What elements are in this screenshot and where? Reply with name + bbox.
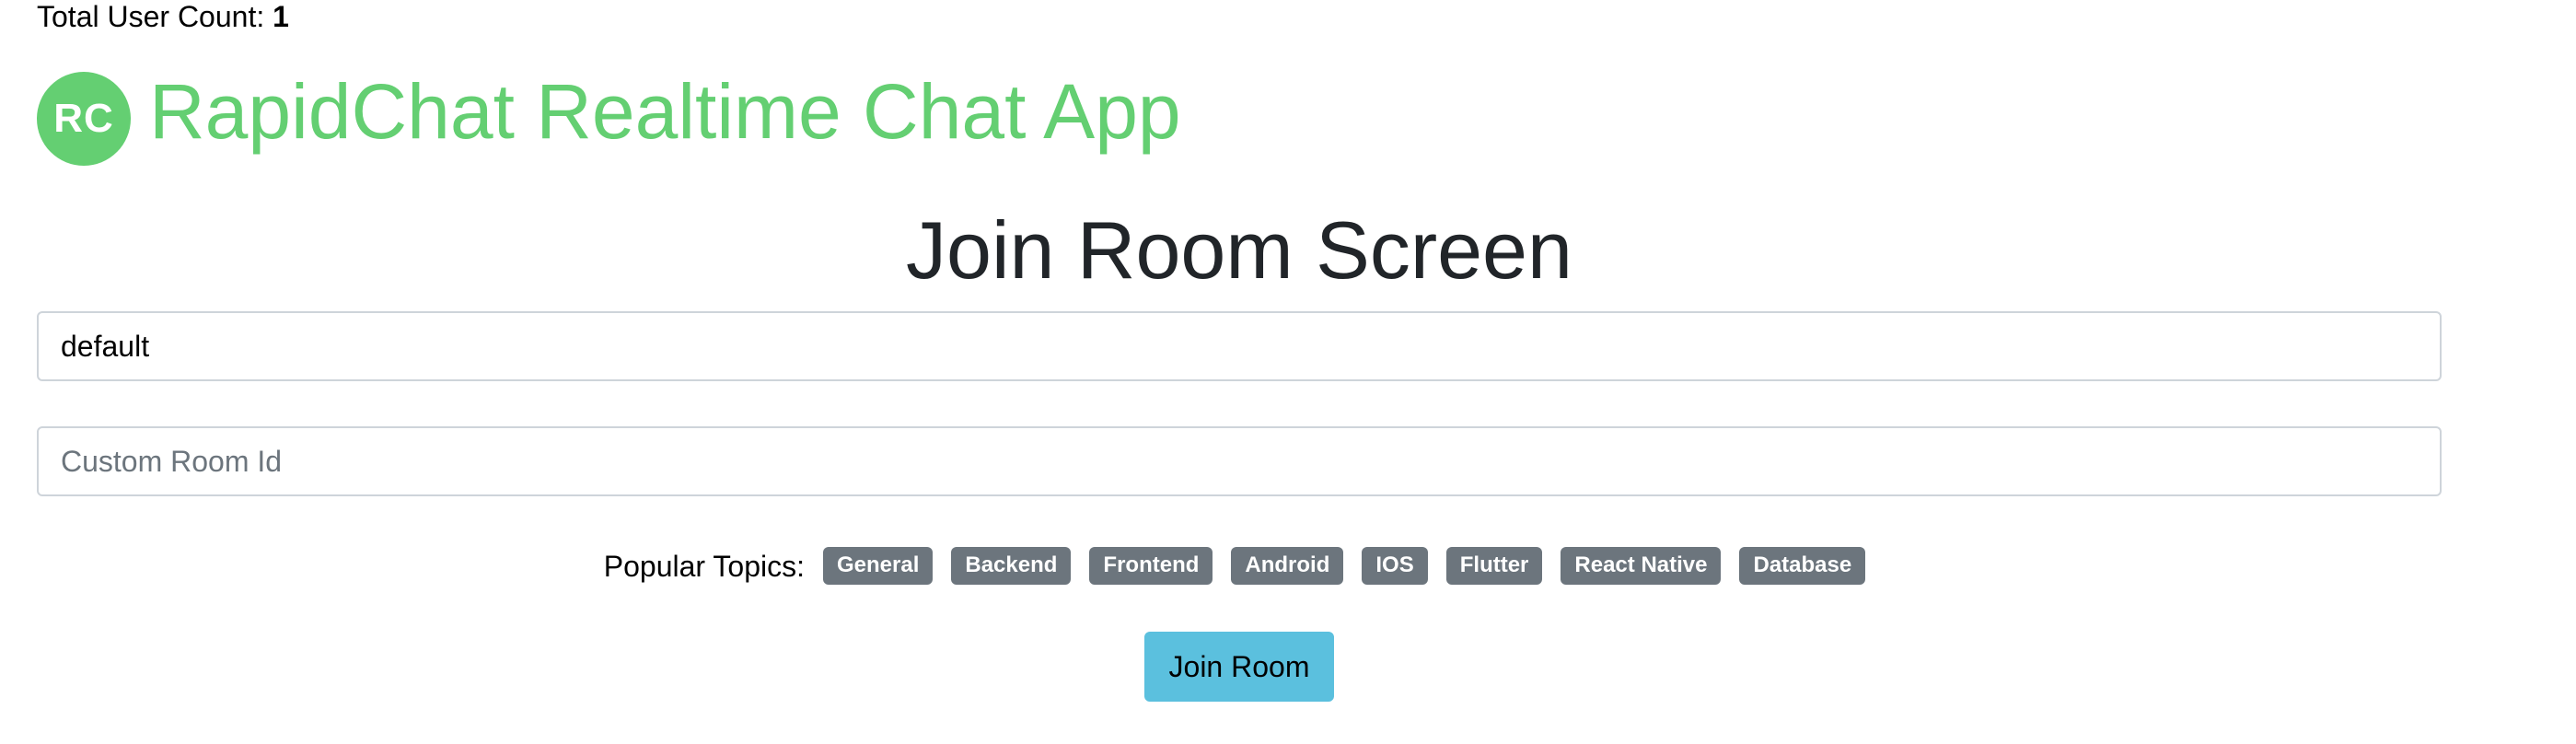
join-room-button[interactable]: Join Room [1144,632,1334,702]
user-count-label: Total User Count: [37,0,265,33]
topic-badge-ios[interactable]: IOS [1362,547,1428,585]
topic-badge-android[interactable]: Android [1231,547,1344,585]
app-title: RapidChat Realtime Chat App [149,68,1181,155]
popular-topics: Popular Topics: General Backend Frontend… [37,547,2442,585]
brand-header: RC RapidChat Realtime Chat App [37,68,1181,166]
user-count-value: 1 [273,0,289,33]
total-user-count: Total User Count: 1 [37,0,289,33]
logo-text: RC [53,96,114,141]
custom-room-id-input[interactable] [37,426,2442,496]
app-logo: RC [37,72,131,166]
topic-badge-react-native[interactable]: React Native [1561,547,1722,585]
topic-badge-database[interactable]: Database [1739,547,1866,585]
topic-badge-frontend[interactable]: Frontend [1089,547,1213,585]
topic-badge-backend[interactable]: Backend [951,547,1072,585]
room-select-field[interactable] [37,311,2442,381]
topic-badge-general[interactable]: General [822,547,934,585]
popular-topics-label: Popular Topics: [603,549,805,583]
join-room-page: Total User Count: 1 RC RapidChat Realtim… [0,0,2576,744]
topic-badge-flutter[interactable]: Flutter [1445,547,1543,585]
page-title: Join Room Screen [906,204,1572,296]
